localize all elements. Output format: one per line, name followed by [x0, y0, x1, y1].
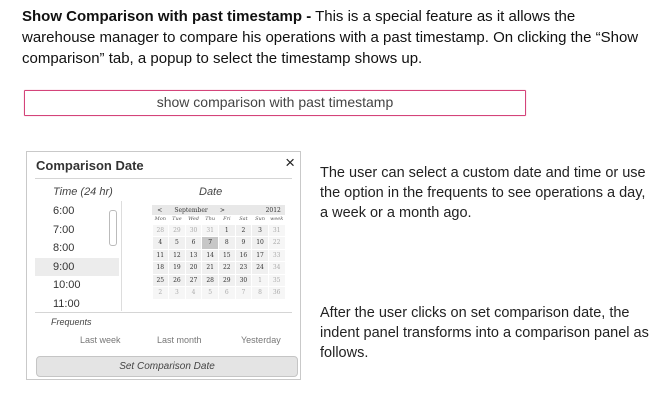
- calendar-day[interactable]: 22: [219, 262, 235, 274]
- calendar-week-row: 18 19 20 21 22 23 24 34: [152, 262, 285, 275]
- calendar-weekdays: Mon Tue Wed Thu Fri Sat Sun week: [152, 215, 285, 224]
- divider: [35, 178, 292, 179]
- date-column-header: Date: [199, 186, 223, 198]
- calendar-day[interactable]: 3: [169, 287, 185, 299]
- calendar-day[interactable]: 30: [185, 224, 202, 236]
- calendar-day[interactable]: 23: [235, 262, 252, 274]
- show-comparison-tab[interactable]: show comparison with past timestamp: [24, 90, 526, 116]
- calendar-day[interactable]: 27: [185, 274, 202, 286]
- calendar-week-number: 22: [268, 237, 285, 249]
- calendar-week-number: 36: [268, 287, 285, 299]
- calendar-year: 2012: [265, 206, 281, 214]
- calendar-day[interactable]: 14: [202, 249, 218, 261]
- frequent-last-week[interactable]: Last week: [80, 335, 121, 345]
- calendar-day[interactable]: 10: [252, 237, 268, 249]
- calendar-day[interactable]: 7: [202, 237, 218, 249]
- time-option[interactable]: 8:00: [35, 239, 119, 258]
- intro-paragraph: Show Comparison with past timestamp - Th…: [22, 6, 652, 69]
- calendar-day[interactable]: 17: [252, 249, 268, 261]
- calendar-day[interactable]: 21: [202, 262, 218, 274]
- calendar-day[interactable]: 6: [185, 237, 202, 249]
- time-option[interactable]: 11:00: [35, 295, 119, 313]
- calendar-day[interactable]: 11: [152, 249, 169, 261]
- calendar-weekday: Sun: [255, 216, 265, 222]
- frequent-last-month[interactable]: Last month: [157, 335, 202, 345]
- calendar-day[interactable]: 26: [169, 274, 185, 286]
- time-option[interactable]: 10:00: [35, 276, 119, 295]
- calendar-day[interactable]: 5: [169, 237, 185, 249]
- calendar-weekday: Sat: [239, 216, 248, 222]
- calendar-week-number: 34: [268, 262, 285, 274]
- calendar-day[interactable]: 15: [219, 249, 235, 261]
- calendar-day[interactable]: 24: [252, 262, 268, 274]
- calendar-weekday: Fri: [223, 216, 231, 222]
- calendar-week-number: 31: [268, 224, 285, 236]
- calendar-day[interactable]: 2: [152, 287, 169, 299]
- calendar-day[interactable]: 2: [235, 224, 252, 236]
- calendar-grid: 28 29 30 31 1 2 3 31 4 5 6 7 8 9 10 22 11 12 13 14 15 16 17 33 1…: [152, 224, 285, 299]
- set-comparison-date-button[interactable]: Set Comparison Date: [36, 356, 298, 377]
- calendar-day[interactable]: 3: [252, 224, 268, 236]
- time-column-header: Time (24 hr): [53, 186, 113, 198]
- time-option-selected[interactable]: 9:00: [35, 257, 119, 276]
- calendar-day[interactable]: 13: [185, 249, 202, 261]
- calendar-week-row: 11 12 13 14 15 16 17 33: [152, 249, 285, 262]
- calendar-day[interactable]: 29: [169, 224, 185, 236]
- next-month-button[interactable]: >: [215, 207, 231, 214]
- side-text-result: After the user clicks on set comparison …: [320, 305, 649, 361]
- calendar-day[interactable]: 29: [219, 274, 235, 286]
- calendar-week-row: 4 5 6 7 8 9 10 22: [152, 237, 285, 250]
- calendar-day[interactable]: 4: [152, 237, 169, 249]
- time-option[interactable]: 6:00: [35, 202, 119, 221]
- calendar-day[interactable]: 8: [252, 287, 268, 299]
- calendar-week-number: 35: [268, 274, 285, 286]
- prev-month-button[interactable]: <: [152, 207, 168, 214]
- calendar-day[interactable]: 7: [235, 287, 252, 299]
- frequents-label: Frequents: [51, 317, 92, 327]
- calendar-weekday: Mon: [154, 216, 166, 222]
- column-divider: [121, 201, 122, 311]
- calendar-week-row: 28 29 30 31 1 2 3 31: [152, 224, 285, 237]
- calendar-weekday: Thu: [205, 216, 216, 222]
- calendar-day[interactable]: 19: [169, 262, 185, 274]
- calendar-month: September: [174, 206, 208, 214]
- calendar-week-number: 33: [268, 249, 285, 261]
- calendar-day[interactable]: 28: [152, 224, 169, 236]
- calendar-day[interactable]: 20: [185, 262, 202, 274]
- calendar-day[interactable]: 9: [235, 237, 252, 249]
- calendar-weekday: week: [270, 216, 284, 222]
- calendar-weekday: Wed: [188, 216, 200, 222]
- calendar-day[interactable]: 25: [152, 274, 169, 286]
- calendar-day[interactable]: 30: [235, 274, 252, 286]
- calendar-day[interactable]: 5: [202, 287, 218, 299]
- date-calendar: < September > 2012 Mon Tue Wed Thu Fri Sat Sun…: [152, 205, 285, 299]
- calendar-weekday: Tue: [172, 216, 182, 222]
- calendar-day[interactable]: 31: [202, 224, 218, 236]
- calendar-header: < September > 2012: [152, 205, 285, 215]
- popup-title: Comparison Date: [36, 158, 144, 173]
- time-list[interactable]: 6:00 7:00 8:00 9:00 10:00 11:00: [35, 202, 119, 312]
- intro-heading: Show Comparison with past timestamp -: [22, 8, 312, 25]
- calendar-day[interactable]: 8: [219, 237, 235, 249]
- calendar-day[interactable]: 16: [235, 249, 252, 261]
- calendar-week-row: 25 26 27 28 29 30 1 35: [152, 274, 285, 287]
- side-text-selection: The user can select a custom date and ti…: [320, 165, 646, 221]
- calendar-day[interactable]: 1: [219, 224, 235, 236]
- divider: [35, 312, 292, 313]
- comparison-date-popup: Comparison Date × Time (24 hr) Date 6:00…: [26, 151, 301, 380]
- calendar-day[interactable]: 12: [169, 249, 185, 261]
- time-scrollbar[interactable]: [109, 210, 117, 246]
- time-option[interactable]: 7:00: [35, 221, 119, 240]
- calendar-day[interactable]: 28: [202, 274, 218, 286]
- calendar-week-row: 2 3 4 5 6 7 8 36: [152, 287, 285, 300]
- frequent-yesterday[interactable]: Yesterday: [241, 335, 281, 345]
- calendar-day[interactable]: 6: [219, 287, 235, 299]
- close-icon[interactable]: ×: [285, 153, 295, 173]
- calendar-day[interactable]: 1: [252, 274, 268, 286]
- calendar-day[interactable]: 4: [185, 287, 202, 299]
- calendar-day[interactable]: 18: [152, 262, 169, 274]
